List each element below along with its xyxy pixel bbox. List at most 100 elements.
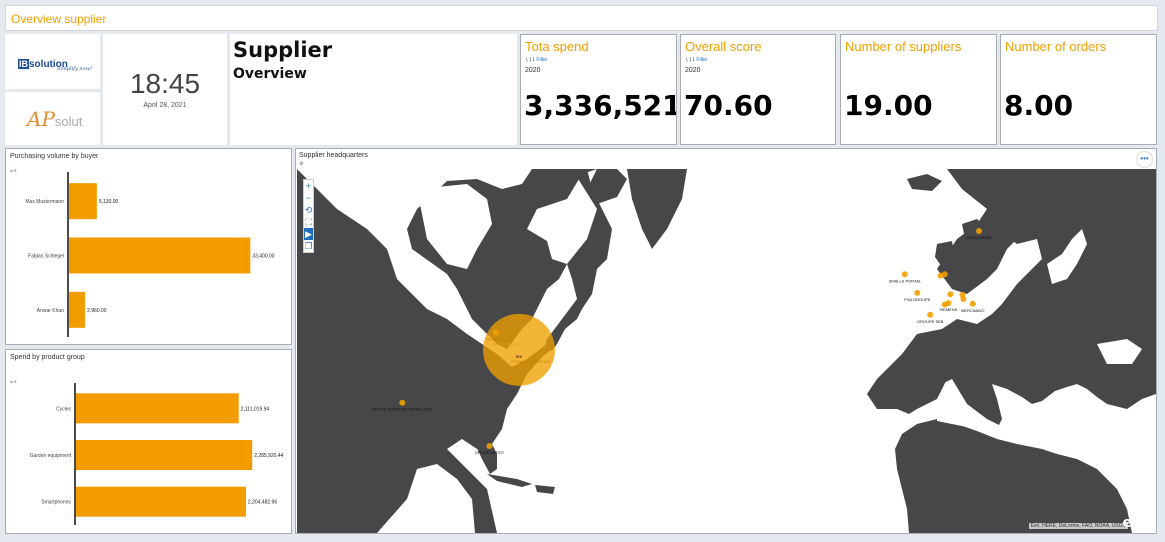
- supplier-point[interactable]: PSA GROUPE: [904, 289, 931, 302]
- supplier-point[interactable]: MERCANDO: [961, 300, 984, 313]
- bar[interactable]: [76, 393, 239, 424]
- kpi-value: 70.60: [684, 89, 773, 122]
- land-hispaniola: [535, 485, 555, 494]
- supplier-point[interactable]: [941, 271, 948, 278]
- lasso-select-button[interactable]: ❐: [304, 240, 313, 252]
- dashboard-title: Supplier: [233, 38, 333, 62]
- supplier-point[interactable]: [960, 296, 967, 303]
- bar-group[interactable]: Fabian Schlegel 33,400.00: [28, 237, 275, 274]
- bar[interactable]: [69, 291, 86, 328]
- kpi-number-of-orders[interactable]: Number of orders 8.00: [1000, 34, 1157, 145]
- kpi-title: Overall score: [685, 39, 762, 54]
- purchasing-volume-chart[interactable]: Purchasing volume by buyer in € Max Must…: [5, 148, 292, 345]
- reset-view-button[interactable]: ⟲: [304, 204, 313, 216]
- supplier-headquarters-map[interactable]: Supplier headquarters ⚙ ••• SHI STANLEY …: [295, 148, 1157, 534]
- kpi-filter[interactable]: ∖ | 1 Filter: [685, 57, 708, 63]
- bar-group[interactable]: Max Mustermann 5,130.00: [25, 183, 119, 220]
- supplier-label: GROUPE SEB: [917, 319, 944, 324]
- page-title: Overview supplier: [11, 12, 107, 26]
- supplier-point[interactable]: SIEMENS: [939, 300, 958, 312]
- supplier-marker[interactable]: [945, 300, 952, 307]
- supplier-point[interactable]: GROUPE SEB: [917, 311, 944, 324]
- supplier-marker[interactable]: [941, 271, 948, 278]
- bar-group[interactable]: Smartphones 2,204,482.96: [41, 486, 277, 517]
- spend-by-product-group-chart[interactable]: Spend by product group in € Cycles 2,111,…: [5, 349, 292, 534]
- kpi-overall-score[interactable]: Overall score ∖ | 1 Filter 2020 70.60: [680, 34, 836, 145]
- supplier-point[interactable]: SMALLS PORTAL: [889, 271, 922, 283]
- filter-icon: ∖: [525, 57, 529, 63]
- filter-link[interactable]: 1 Filter: [692, 57, 707, 63]
- bar-group[interactable]: Anwar Khan 2,960.00: [37, 291, 107, 328]
- bar[interactable]: [69, 183, 97, 220]
- apsolut-rest: solut: [54, 114, 83, 129]
- ibsolution-logo: IBsolution Simplify now!: [5, 34, 100, 89]
- supplier-marker[interactable]: [960, 296, 967, 303]
- title-panel: Supplier Overview: [230, 34, 517, 145]
- supplier-label-secondary: STANLEY BLACK INC: [511, 359, 551, 364]
- supplier-label: SMALLS PORTAL: [889, 278, 922, 283]
- land-iceland: [907, 174, 942, 191]
- land-greenland: [627, 169, 687, 249]
- fullscreen-button[interactable]: ⛶: [304, 216, 313, 228]
- kpi-value: 19.00: [844, 89, 933, 122]
- supplier-label: PSA GROUPE: [904, 297, 931, 302]
- kpi-total-spend[interactable]: Tota spend ∖ | 1 Filter 2020 3,336,521.3…: [520, 34, 677, 145]
- kpi-title: Number of suppliers: [845, 39, 962, 54]
- bar[interactable]: [76, 486, 246, 517]
- supplier-marker[interactable]: [901, 271, 908, 278]
- clock-date: April 28, 2021: [143, 102, 187, 109]
- map-title: Supplier headquarters: [299, 152, 368, 159]
- kpi-filter[interactable]: ∖ | 1 Filter: [525, 57, 548, 63]
- value-label: 33,400.00: [252, 254, 274, 260]
- land-cuba: [487, 474, 532, 487]
- zoom-out-button[interactable]: −: [304, 192, 313, 204]
- value-label: 2,960.00: [87, 308, 107, 314]
- supplier-label: HUSQVARNA: [966, 235, 991, 240]
- category-label: Fabian Schlegel: [28, 254, 64, 260]
- map-canvas[interactable]: GENERALSUPPLIERS INCSHISTANLEY BLACK INC…: [297, 169, 1156, 533]
- bar-chart-svg: Max Mustermann 5,130.00 Fabian Schlegel 33,…: [25, 172, 275, 337]
- supplier-label: MERCANDO: [961, 308, 984, 313]
- supplier-marker[interactable]: [399, 399, 406, 406]
- esri-powered-by: POWERED BY: [1131, 510, 1152, 514]
- header-bar: Overview supplier: [5, 5, 1158, 31]
- select-pointer-button[interactable]: ▶: [304, 228, 313, 240]
- kpi-value: 3,336,521.32: [524, 89, 676, 122]
- category-label: Max Mustermann: [25, 199, 64, 205]
- map-attribution: Esri, HERE, DeLorme, FAO, NOAA, USGS: [1028, 523, 1128, 529]
- esri-logo: POWERED BY esri: [1122, 510, 1152, 531]
- supplier-marker[interactable]: [947, 291, 954, 298]
- value-label: 2,285,920.44: [254, 453, 283, 459]
- more-options-button[interactable]: •••: [1136, 151, 1153, 168]
- kpi-year: 2020: [525, 67, 541, 74]
- bar[interactable]: [76, 440, 253, 470]
- zoom-in-button[interactable]: +: [304, 180, 313, 192]
- supplier-marker[interactable]: [969, 300, 976, 307]
- supplier-marker[interactable]: [976, 228, 982, 234]
- supplier-marker[interactable]: [927, 311, 934, 318]
- bar[interactable]: [69, 237, 251, 274]
- kpi-number-of-suppliers[interactable]: Number of suppliers 19.00: [840, 34, 997, 145]
- bar-group[interactable]: Garden equipment 2,285,920.44: [30, 440, 284, 470]
- filter-link[interactable]: 1 Filter: [532, 57, 547, 63]
- supplier-marker[interactable]: [483, 313, 555, 386]
- supplier-marker[interactable]: [914, 289, 921, 296]
- kpi-title: Tota spend: [525, 39, 589, 54]
- value-label: 2,204,482.96: [248, 500, 277, 506]
- ibsolution-tagline: Simplify now!: [57, 66, 92, 72]
- category-label: Cycles: [56, 406, 72, 412]
- supplier-label: OFFICE MASTERS INSTALLERS: [372, 407, 433, 412]
- map-svg[interactable]: GENERALSUPPLIERS INCSHISTANLEY BLACK INC…: [297, 169, 1156, 533]
- value-label: 5,130.00: [99, 199, 119, 205]
- category-label: Anwar Khan: [37, 308, 64, 314]
- kpi-title: Number of orders: [1005, 39, 1107, 54]
- supplier-point[interactable]: [947, 291, 954, 298]
- dashboard-subtitle: Overview: [233, 66, 307, 82]
- apsolut-logo: APsolut: [5, 92, 100, 145]
- bar-group[interactable]: Cycles 2,111,019.94: [56, 393, 269, 424]
- supplier-point[interactable]: SHISTANLEY BLACK INC: [483, 313, 555, 386]
- category-label: Garden equipment: [30, 453, 72, 459]
- filter-icon: ∖: [685, 57, 689, 63]
- supplier-marker[interactable]: [486, 443, 493, 449]
- esri-text: esri: [1122, 515, 1152, 531]
